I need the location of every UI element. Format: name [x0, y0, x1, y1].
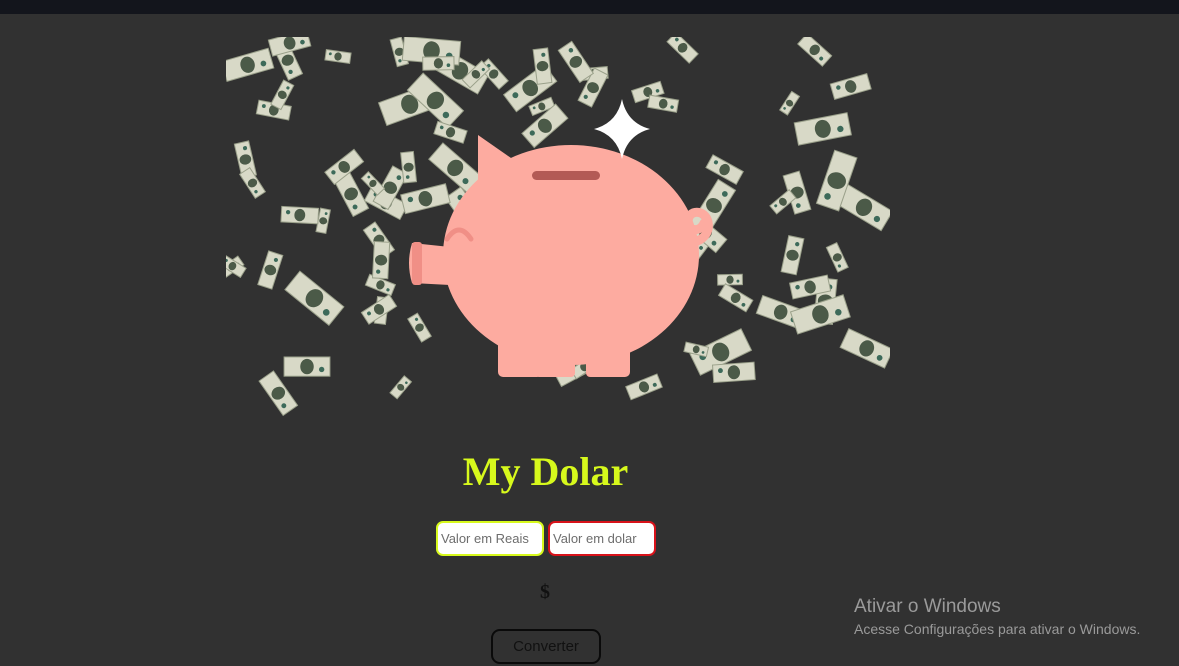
browser-top-bar	[0, 0, 1179, 14]
dollar-bill	[829, 72, 872, 101]
dolar-input[interactable]	[548, 521, 656, 556]
dollar-bill	[711, 361, 756, 384]
dollar-bill	[371, 240, 391, 280]
reais-input[interactable]	[436, 521, 544, 556]
dollar-bill	[625, 373, 663, 401]
dollar-bill	[793, 112, 852, 146]
pig-front-leg-right	[586, 332, 630, 377]
pig-front-leg	[498, 332, 542, 377]
dollar-bill	[683, 341, 710, 358]
dollar-bill	[778, 90, 801, 116]
dollar-bill	[270, 79, 295, 111]
dollar-bill	[705, 154, 744, 186]
dollar-bill	[839, 328, 890, 369]
convert-button[interactable]: Converter	[491, 629, 601, 664]
dollar-bill	[825, 242, 849, 273]
dollar-bill	[238, 167, 267, 199]
dollar-bill	[717, 273, 743, 286]
dollar-bill	[407, 312, 432, 343]
dollar-bill	[557, 40, 595, 84]
dollar-bill	[389, 375, 413, 400]
dollar-bill	[258, 370, 299, 417]
dollar-bill	[717, 283, 754, 313]
dollar-bill	[647, 94, 680, 113]
dollar-bill	[280, 205, 320, 225]
dollar-bill	[400, 183, 451, 215]
watermark-subtitle: Acesse Configurações para ativar o Windo…	[854, 621, 1141, 637]
watermark-title: Ativar o Windows	[854, 596, 1001, 617]
page-title: My Dolar	[462, 449, 629, 494]
dollar-bill	[666, 37, 699, 64]
pig-coin-slot	[532, 171, 600, 180]
dollar-bill	[257, 250, 284, 290]
dollar-bill	[324, 49, 352, 64]
piggy-bank-hero-image	[226, 37, 890, 417]
dollar-bill	[797, 37, 833, 67]
dollar-bill	[780, 235, 805, 276]
dollar-bill	[422, 56, 455, 71]
windows-activation-watermark: Ativar o Windows Acesse Configurações pa…	[854, 596, 1140, 639]
dollar-bill	[284, 270, 345, 326]
dollar-bill	[226, 47, 275, 82]
dollar-bill	[400, 150, 418, 184]
dollar-bill	[283, 356, 331, 377]
result-value: $	[540, 581, 550, 603]
pig-snout-shade	[412, 242, 422, 285]
